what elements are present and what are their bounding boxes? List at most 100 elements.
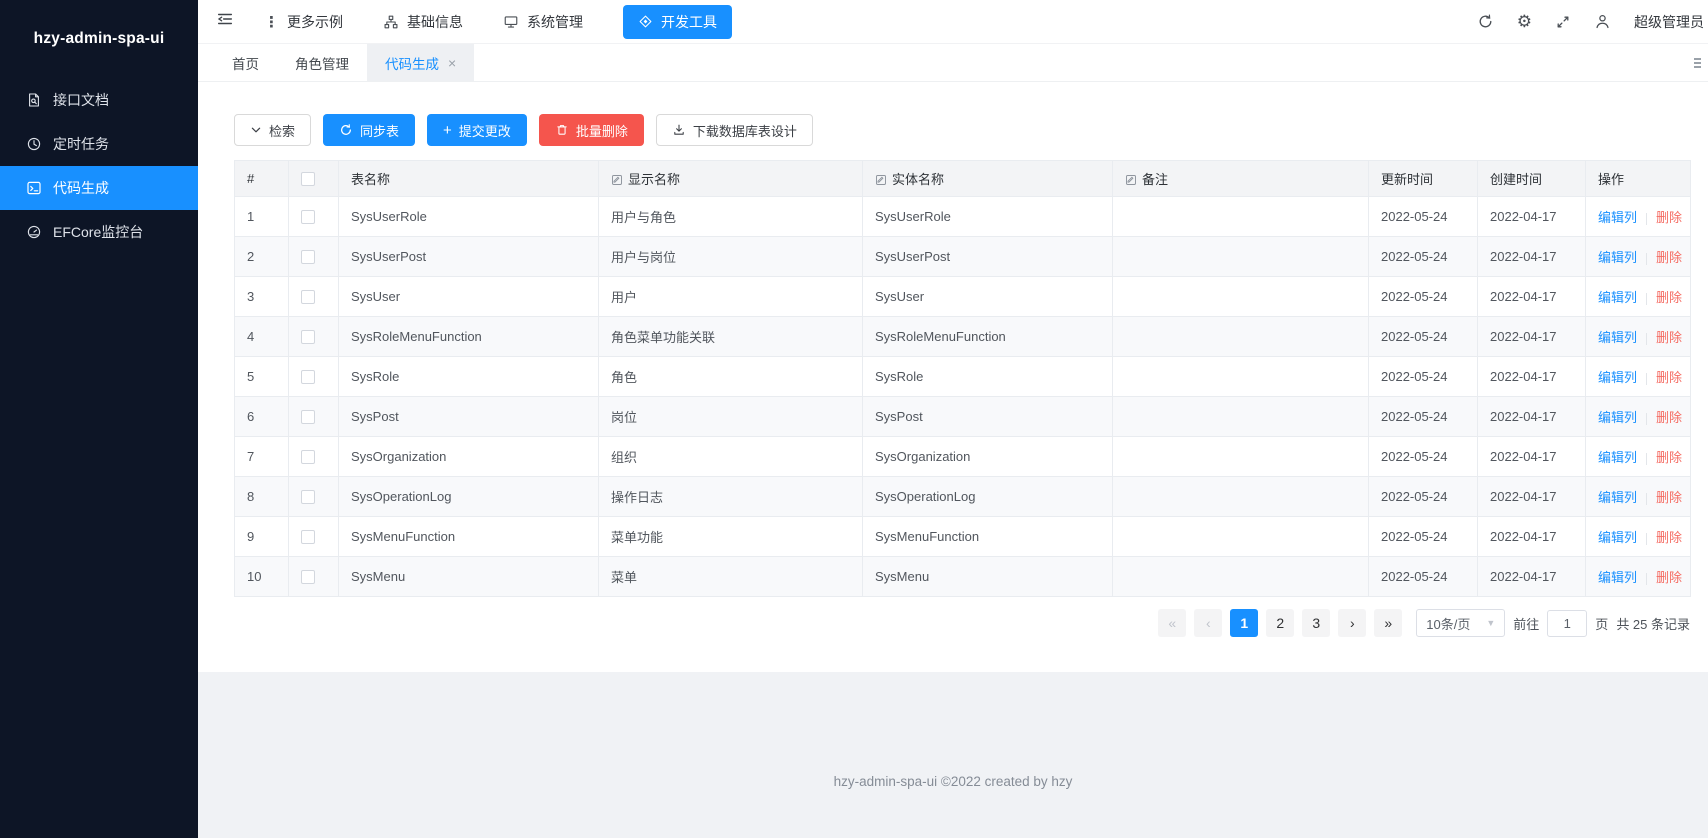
refresh-icon[interactable] [1477, 13, 1494, 30]
page-size-value: 10条/页 [1426, 614, 1470, 633]
topbar-menu-0[interactable]: ⋮更多示例 [264, 12, 343, 32]
download-design-button[interactable]: 下载数据库表设计 [656, 114, 813, 146]
delete-link[interactable]: 删除 [1656, 210, 1682, 225]
row-checkbox[interactable] [301, 490, 315, 504]
main-area: ⋮更多示例 基础信息 系统管理 开发工具 ⚙ [198, 0, 1708, 838]
row-checkbox[interactable] [301, 450, 315, 464]
row-checkbox[interactable] [301, 330, 315, 344]
file-search-icon [26, 92, 42, 108]
cell-display-name: 用户与岗位 [599, 237, 863, 277]
page-button-1[interactable]: 1 [1230, 609, 1258, 637]
cell-remark [1113, 317, 1369, 357]
next-page-button[interactable]: › [1338, 609, 1366, 637]
edit-columns-link[interactable]: 编辑列 [1598, 370, 1637, 385]
cell-created: 2022-04-17 [1478, 357, 1586, 397]
sidebar-item-2[interactable]: 代码生成 [0, 166, 198, 210]
edit-column-icon [611, 174, 623, 186]
first-page-button[interactable]: « [1158, 609, 1186, 637]
cell-updated: 2022-05-24 [1369, 317, 1478, 357]
more-dots-icon: ⋮ [264, 13, 279, 31]
topbar-actions: ⚙ 超级管理员 [1477, 12, 1708, 32]
tables-grid: # 表名称 显示名称 实体名称 备注 更新时间 创建时间 操作 1SysUser… [234, 160, 1691, 597]
cell-checkbox [289, 237, 339, 277]
batch-delete-button[interactable]: 批量删除 [539, 114, 644, 146]
cell-created: 2022-04-17 [1478, 237, 1586, 277]
close-icon[interactable]: × [448, 56, 456, 70]
table-row: 9SysMenuFunction菜单功能SysMenuFunction2022-… [235, 517, 1691, 557]
delete-link[interactable]: 删除 [1656, 250, 1682, 265]
cell-checkbox [289, 317, 339, 357]
fullscreen-icon[interactable] [1555, 14, 1571, 30]
cell-updated: 2022-05-24 [1369, 277, 1478, 317]
page-background: hzy-admin-spa-ui ©2022 created by hzy [198, 672, 1708, 838]
page-button-2[interactable]: 2 [1266, 609, 1294, 637]
cell-remark [1113, 197, 1369, 237]
delete-link[interactable]: 删除 [1656, 370, 1682, 385]
sidebar-item-3[interactable]: EFCore监控台 [0, 210, 198, 254]
edit-columns-link[interactable]: 编辑列 [1598, 530, 1637, 545]
row-checkbox[interactable] [301, 370, 315, 384]
delete-link[interactable]: 删除 [1656, 530, 1682, 545]
select-all-checkbox[interactable] [301, 172, 315, 186]
gear-icon[interactable]: ⚙ [1517, 13, 1532, 30]
tab-2[interactable]: 代码生成× [367, 44, 474, 81]
edit-columns-link[interactable]: 编辑列 [1598, 490, 1637, 505]
topbar-menu-3[interactable]: 开发工具 [623, 5, 732, 39]
row-checkbox[interactable] [301, 210, 315, 224]
prev-page-button[interactable]: ‹ [1194, 609, 1222, 637]
row-checkbox[interactable] [301, 410, 315, 424]
current-user-name[interactable]: 超级管理员 [1634, 12, 1704, 32]
delete-link[interactable]: 删除 [1656, 410, 1682, 425]
page-button-3[interactable]: 3 [1302, 609, 1330, 637]
topbar-menu-1[interactable]: 基础信息 [383, 12, 463, 32]
header-checkbox-cell [289, 161, 339, 197]
delete-link[interactable]: 删除 [1656, 450, 1682, 465]
topbar: ⋮更多示例 基础信息 系统管理 开发工具 ⚙ [198, 0, 1708, 44]
search-toggle-label: 检索 [269, 121, 295, 140]
submit-changes-button[interactable]: + 提交更改 [427, 114, 527, 146]
edit-columns-link[interactable]: 编辑列 [1598, 330, 1637, 345]
cell-index: 9 [235, 517, 289, 557]
cell-checkbox [289, 557, 339, 597]
page-size-select[interactable]: 10条/页 ▼ [1416, 609, 1505, 637]
table-row: 10SysMenu菜单SysMenu2022-05-242022-04-17编辑… [235, 557, 1691, 597]
table-row: 6SysPost岗位SysPost2022-05-242022-04-17编辑列… [235, 397, 1691, 437]
sidebar-collapse-button[interactable] [216, 10, 234, 33]
sidebar-item-1[interactable]: 定时任务 [0, 122, 198, 166]
edit-columns-link[interactable]: 编辑列 [1598, 290, 1637, 305]
cell-entity-name: SysOperationLog [863, 477, 1113, 517]
edit-columns-link[interactable]: 编辑列 [1598, 410, 1637, 425]
delete-link[interactable]: 删除 [1656, 290, 1682, 305]
tab-1[interactable]: 角色管理 [277, 44, 367, 81]
edit-columns-link[interactable]: 编辑列 [1598, 210, 1637, 225]
cluster-icon [383, 14, 399, 30]
table-row: 1SysUserRole用户与角色SysUserRole2022-05-2420… [235, 197, 1691, 237]
cell-updated: 2022-05-24 [1369, 437, 1478, 477]
goto-page-input[interactable] [1547, 610, 1587, 637]
row-checkbox[interactable] [301, 570, 315, 584]
row-checkbox[interactable] [301, 250, 315, 264]
sidebar-item-label: EFCore监控台 [53, 222, 143, 242]
search-toggle-button[interactable]: 检索 [234, 114, 311, 146]
row-checkbox[interactable] [301, 530, 315, 544]
sidebar-item-label: 定时任务 [53, 134, 109, 154]
user-icon[interactable] [1594, 13, 1611, 30]
topbar-menu-2[interactable]: 系统管理 [503, 12, 583, 32]
delete-link[interactable]: 删除 [1656, 490, 1682, 505]
sidebar-item-0[interactable]: 接口文档 [0, 78, 198, 122]
cell-display-name: 角色 [599, 357, 863, 397]
action-divider [1646, 453, 1647, 465]
edit-columns-link[interactable]: 编辑列 [1598, 570, 1637, 585]
delete-link[interactable]: 删除 [1656, 570, 1682, 585]
tabbar-more-icon[interactable] [1694, 58, 1701, 68]
tab-0[interactable]: 首页 [214, 44, 277, 81]
sync-tables-button[interactable]: 同步表 [323, 114, 415, 146]
edit-columns-link[interactable]: 编辑列 [1598, 250, 1637, 265]
delete-link[interactable]: 删除 [1656, 330, 1682, 345]
last-page-button[interactable]: » [1374, 609, 1402, 637]
edit-columns-link[interactable]: 编辑列 [1598, 450, 1637, 465]
row-checkbox[interactable] [301, 290, 315, 304]
cell-updated: 2022-05-24 [1369, 397, 1478, 437]
header-remark-label: 备注 [1142, 172, 1168, 187]
cell-checkbox [289, 437, 339, 477]
